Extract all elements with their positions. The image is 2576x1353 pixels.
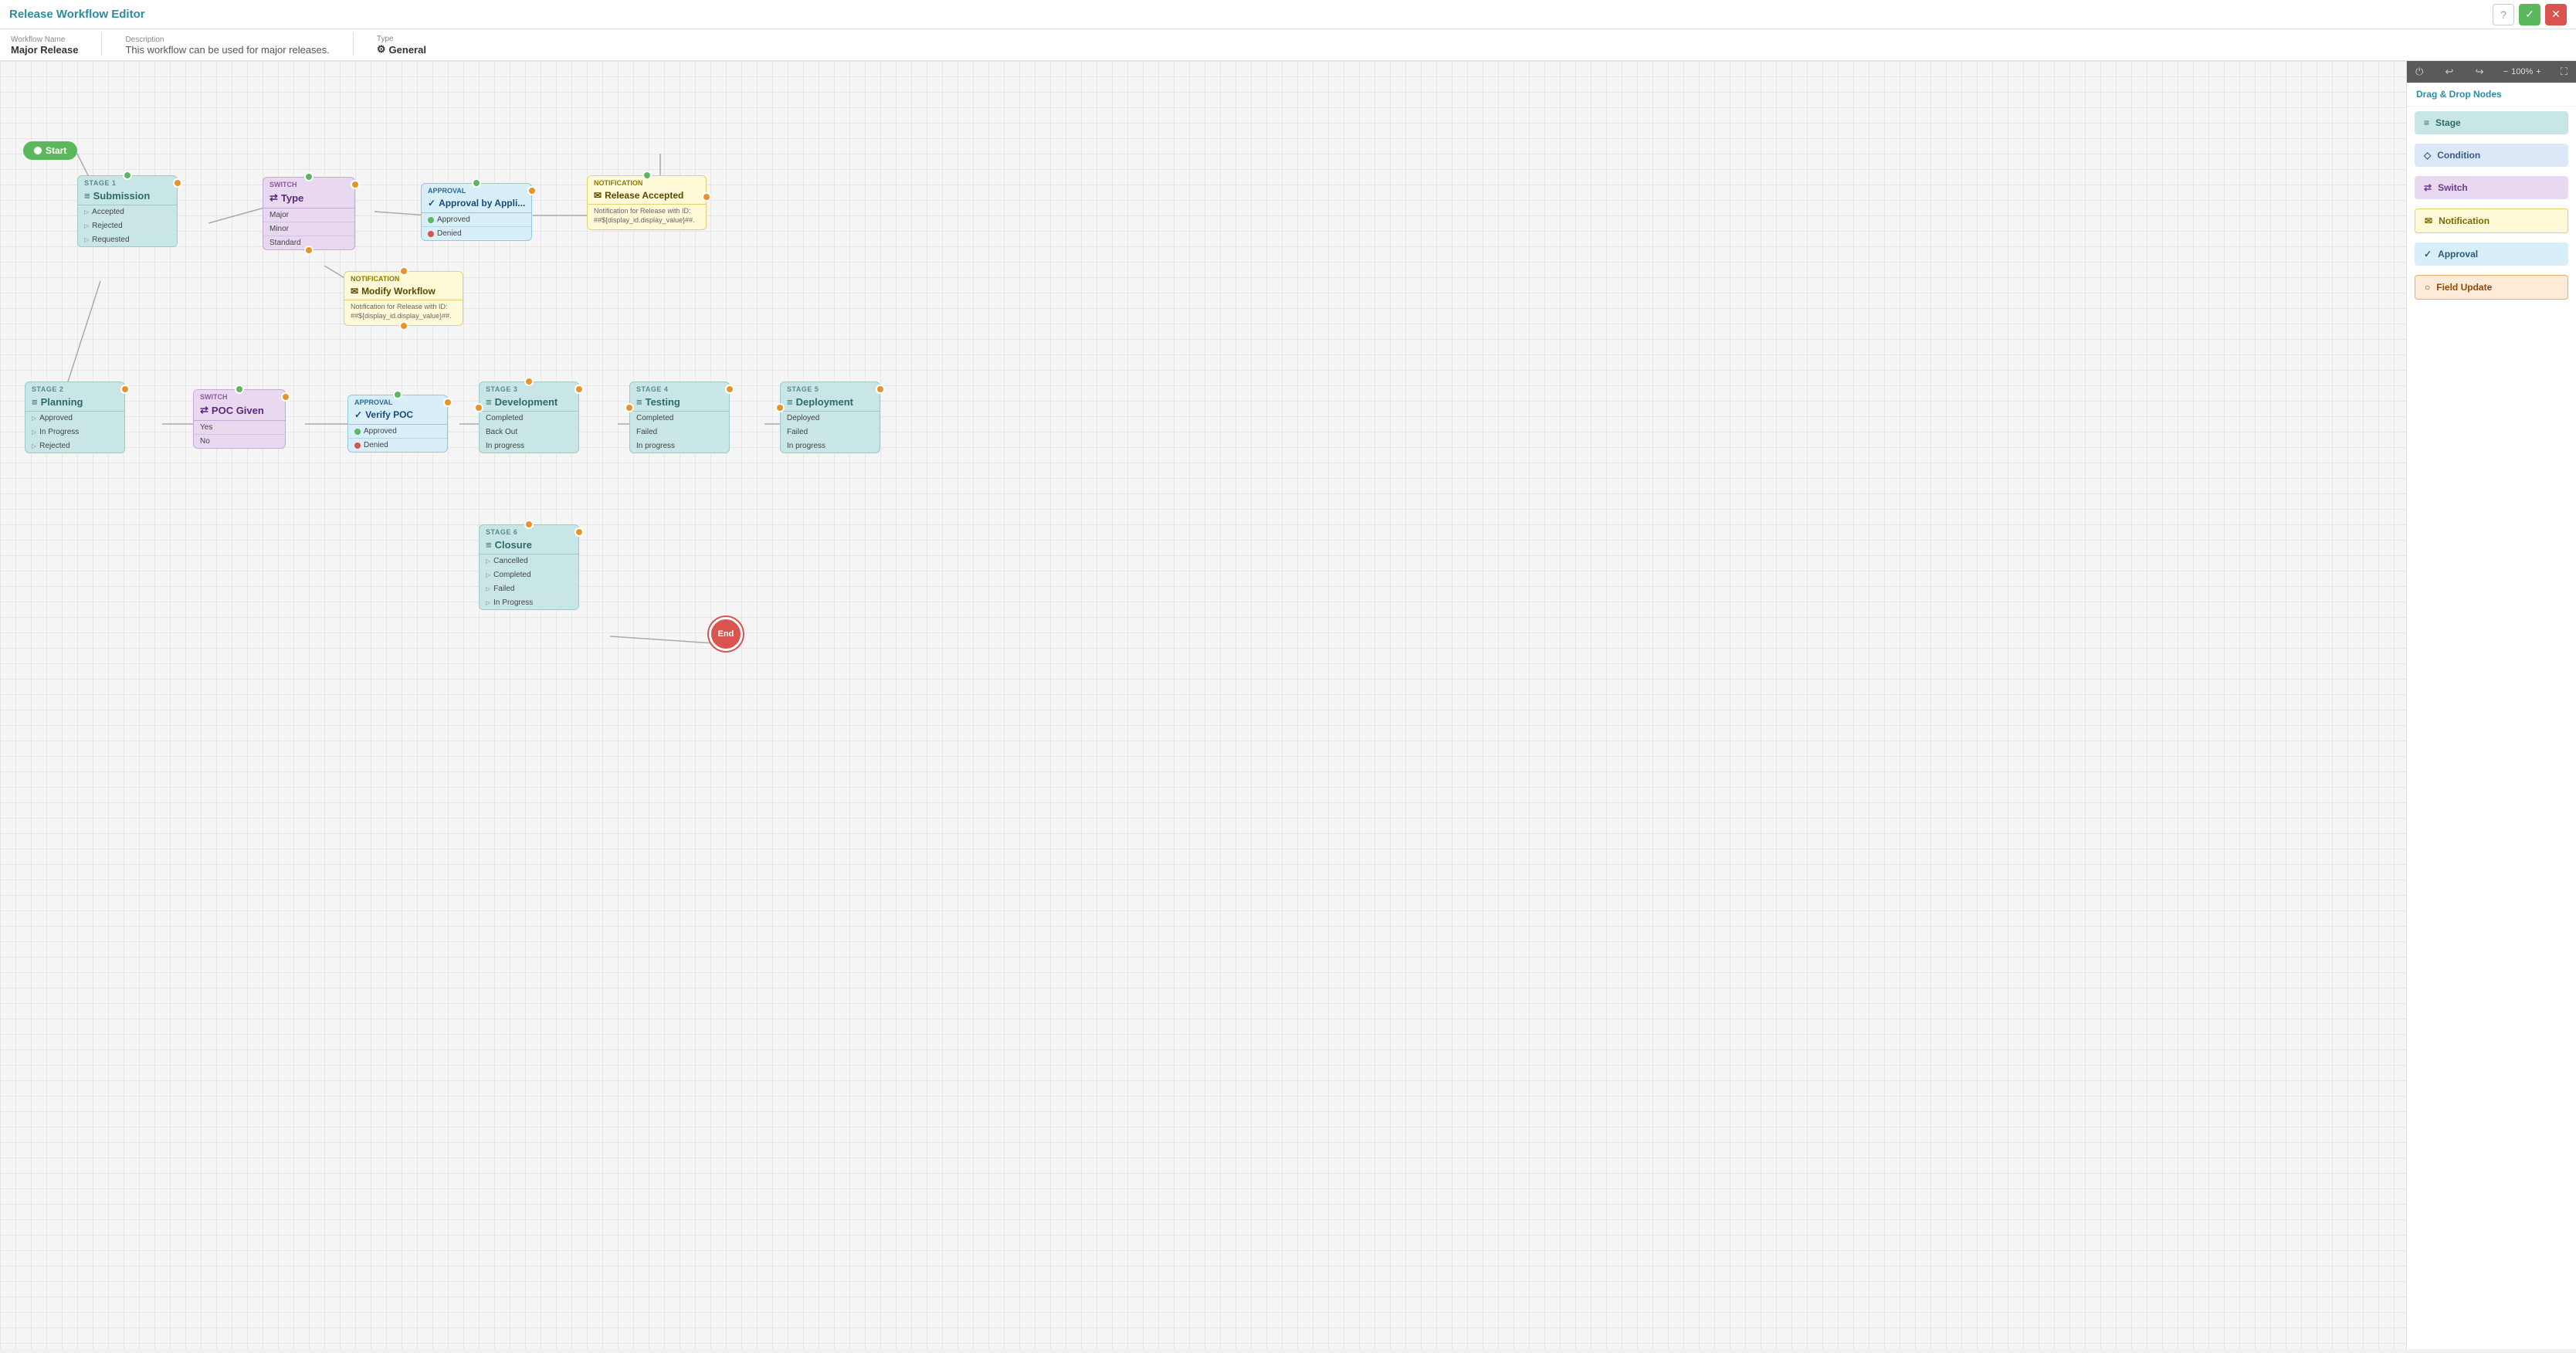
stage6-item: ▷Completed xyxy=(480,568,578,582)
palette-fieldupdate[interactable]: ○ Field Update xyxy=(2415,275,2568,300)
redo-button[interactable]: ↪ xyxy=(2473,64,2486,80)
approval-poc-item: Approved xyxy=(348,425,447,439)
stage2-item: ▷In Progress xyxy=(25,426,124,439)
stage5-node[interactable]: Stage 5 ≡ Deployment Deployed Failed In … xyxy=(780,381,880,453)
palette-condition[interactable]: ◇ Condition xyxy=(2415,144,2568,167)
stage1-node[interactable]: Stage 1 ≡ Submission ▷ Accepted ▷ Reject… xyxy=(77,175,178,247)
stage2-item: ▷Rejected xyxy=(25,439,124,453)
approval-appli-item: Approved xyxy=(422,213,531,227)
page-title: Release Workflow Editor xyxy=(9,8,145,21)
start-indicator xyxy=(34,147,42,154)
close-button[interactable]: ✕ xyxy=(2545,4,2567,25)
notif-modify-top-connector xyxy=(399,266,408,276)
stage6-item: ▷In Progress xyxy=(480,596,578,609)
stage1-item: ▷ Accepted xyxy=(78,205,177,219)
node-palette-sidebar: ⏻ ↩ ↪ − 100% + ⛶ Drag & Drop Nodes ≡ Sta… xyxy=(2406,61,2576,1349)
stage-icon: ≡ xyxy=(636,396,642,408)
stage3-node[interactable]: Stage 3 ≡ Development Completed Back Out… xyxy=(479,381,579,453)
workflow-canvas[interactable]: Start Stage 1 ≡ Submission ▷ Accepted ▷ … xyxy=(0,61,2406,1349)
end-node[interactable]: End xyxy=(709,617,743,651)
canvas-toolbar: ⏻ ↩ ↪ − 100% + ⛶ xyxy=(2407,61,2576,83)
stage6-node[interactable]: Stage 6 ≡ Closure ▷Cancelled ▷Completed … xyxy=(479,524,579,610)
power-button[interactable]: ⏻ xyxy=(2413,64,2425,80)
stage3-item: Completed xyxy=(480,412,578,426)
stage4-item: Completed xyxy=(630,412,729,426)
denied-out-dot xyxy=(527,186,537,195)
switch-type-item: Minor xyxy=(263,222,354,236)
switch-poc-top-connector xyxy=(235,385,244,394)
stage1-item: ▷ Rejected xyxy=(78,219,177,233)
switch-type-node[interactable]: Switch ⇄ Type Major Minor Standard xyxy=(263,177,355,250)
palette-approval[interactable]: ✓ Approval xyxy=(2415,242,2568,266)
fullscreen-button[interactable]: ⛶ xyxy=(2558,64,2570,80)
fieldupdate-palette-icon: ○ xyxy=(2425,282,2430,293)
palette-stage[interactable]: ≡ Stage xyxy=(2415,111,2568,134)
palette-notification[interactable]: ✉ Notification xyxy=(2415,209,2568,233)
notif-icon: ✉ xyxy=(594,190,602,201)
zoom-plus[interactable]: + xyxy=(2536,67,2540,76)
zoom-minus[interactable]: − xyxy=(2503,67,2508,76)
stage3-item: Back Out xyxy=(480,426,578,439)
approval-appli-item: Denied xyxy=(422,227,531,240)
undo-button[interactable]: ↩ xyxy=(2442,64,2456,80)
notif-icon: ✉ xyxy=(351,286,358,297)
workflow-name-field: Workflow Name Major Release xyxy=(11,36,78,56)
start-node[interactable]: Start xyxy=(23,141,77,160)
stage1-item: ▷ Requested xyxy=(78,233,177,246)
stage6-item: ▷Failed xyxy=(480,582,578,596)
requested-out-dot xyxy=(173,178,182,188)
stage3-top-connector xyxy=(524,377,534,386)
description-field: Description This workflow can be used fo… xyxy=(125,36,329,56)
zoom-control: − 100% + xyxy=(2503,67,2541,76)
notif-release-node[interactable]: Notification ✉ Release Accepted Notifica… xyxy=(587,175,707,230)
approval-icon: ✓ xyxy=(354,409,362,420)
notif-modify-node[interactable]: Notification ✉ Modify Workflow Notificat… xyxy=(344,271,463,326)
approval-appli-top-connector xyxy=(472,178,481,188)
switch-type-top-connector xyxy=(304,172,314,181)
approval-poc-top-connector xyxy=(393,390,402,399)
stage5-item: Deployed xyxy=(781,412,880,426)
notif-modify-bottom-connector xyxy=(399,321,408,331)
gear-icon: ⚙ xyxy=(377,43,386,56)
switch-icon: ⇄ xyxy=(200,404,208,416)
stage1-top-connector xyxy=(123,171,132,180)
stage-palette-icon: ≡ xyxy=(2424,117,2429,128)
stage-icon: ≡ xyxy=(486,396,492,408)
stage4-item: Failed xyxy=(630,426,729,439)
stage-icon: ≡ xyxy=(84,190,90,202)
stage-icon: ≡ xyxy=(787,396,793,408)
approval-palette-icon: ✓ xyxy=(2424,249,2432,259)
switch-icon: ⇄ xyxy=(269,192,278,204)
type-field: Type ⚙ General xyxy=(377,35,426,56)
standard-out-dot xyxy=(351,180,360,189)
switch-type-item: Major xyxy=(263,209,354,222)
stage6-item: ▷Cancelled xyxy=(480,554,578,568)
approval-appli-node[interactable]: Approval ✓ Approval by Appli... Approved… xyxy=(421,183,532,241)
help-button[interactable]: ? xyxy=(2493,4,2514,25)
stage6-top-connector xyxy=(524,520,534,529)
switch-poc-item: No xyxy=(194,435,285,448)
notif-release-top-connector xyxy=(642,171,652,180)
save-button[interactable]: ✓ xyxy=(2519,4,2540,25)
stage2-item: ▷Approved xyxy=(25,412,124,426)
stage4-item: In progress xyxy=(630,439,729,453)
palette-switch[interactable]: ⇄ Switch xyxy=(2415,176,2568,199)
stage5-item: In progress xyxy=(781,439,880,453)
condition-palette-icon: ◇ xyxy=(2424,150,2431,161)
switch-type-bottom-connector xyxy=(304,246,314,255)
stage5-item: Failed xyxy=(781,426,880,439)
approval-poc-node[interactable]: Approval ✓ Verify POC Approved Denied xyxy=(347,395,448,453)
stage2-node[interactable]: Stage 2 ≡ Planning ▷Approved ▷In Progres… xyxy=(25,381,125,453)
stage4-node[interactable]: Stage 4 ≡ Testing Completed Failed In pr… xyxy=(629,381,730,453)
approval-poc-item: Denied xyxy=(348,439,447,452)
notification-palette-icon: ✉ xyxy=(2425,215,2432,226)
switch-palette-icon: ⇄ xyxy=(2424,182,2432,193)
stage-icon: ≡ xyxy=(486,539,492,551)
switch-poc-node[interactable]: Switch ⇄ POC Given Yes No xyxy=(193,389,286,449)
switch-poc-item: Yes xyxy=(194,421,285,435)
stage-icon: ≡ xyxy=(32,396,38,408)
stage3-item: In progress xyxy=(480,439,578,453)
notif-release-out-dot xyxy=(702,192,711,202)
approval-icon: ✓ xyxy=(428,198,436,209)
